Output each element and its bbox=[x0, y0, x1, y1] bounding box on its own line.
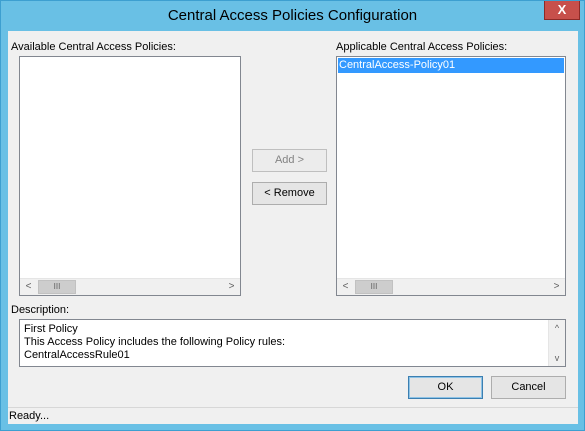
ok-button[interactable]: OK bbox=[408, 376, 483, 399]
scroll-down-icon[interactable]: v bbox=[549, 350, 565, 366]
list-item[interactable]: CentralAccess-Policy01 bbox=[338, 58, 564, 73]
remove-button[interactable]: < Remove bbox=[252, 182, 327, 205]
window-title: Central Access Policies Configuration bbox=[167, 7, 418, 24]
close-button[interactable]: X bbox=[544, 1, 580, 20]
cancel-button[interactable]: Cancel bbox=[491, 376, 566, 399]
scroll-thumb[interactable]: III bbox=[38, 280, 76, 294]
scroll-right-icon[interactable]: > bbox=[548, 279, 565, 295]
close-icon: X bbox=[557, 2, 567, 17]
scroll-left-icon[interactable]: < bbox=[337, 279, 354, 295]
applicable-horizontal-scrollbar[interactable]: < III > bbox=[337, 278, 565, 295]
description-line: CentralAccessRule01 bbox=[24, 349, 130, 361]
applicable-policies-label: Applicable Central Access Policies: bbox=[336, 41, 508, 53]
available-policies-label: Available Central Access Policies: bbox=[11, 41, 176, 53]
applicable-policies-list[interactable]: CentralAccess-Policy01 < III > bbox=[336, 56, 566, 296]
add-button[interactable]: Add > bbox=[252, 149, 327, 172]
scroll-left-icon[interactable]: < bbox=[20, 279, 37, 295]
description-line: First Policy bbox=[24, 323, 78, 335]
scroll-right-icon[interactable]: > bbox=[223, 279, 240, 295]
available-policies-list[interactable]: < III > bbox=[19, 56, 241, 296]
status-text: Ready... bbox=[9, 410, 50, 422]
scroll-thumb[interactable]: III bbox=[355, 280, 393, 294]
description-vertical-scrollbar[interactable]: ^ v bbox=[548, 320, 565, 366]
dialog-window: Central Access Policies Configuration X … bbox=[0, 0, 585, 431]
description-text: First Policy This Access Policy includes… bbox=[24, 323, 285, 362]
available-horizontal-scrollbar[interactable]: < III > bbox=[20, 278, 240, 295]
description-textbox[interactable]: First Policy This Access Policy includes… bbox=[19, 319, 566, 367]
description-line: This Access Policy includes the followin… bbox=[24, 336, 286, 348]
dialog-client-area: Available Central Access Policies: < III… bbox=[8, 31, 578, 424]
status-bar: Ready... bbox=[8, 407, 578, 424]
description-label: Description: bbox=[11, 304, 70, 316]
scroll-up-icon[interactable]: ^ bbox=[549, 320, 565, 336]
title-bar[interactable]: Central Access Policies Configuration X bbox=[1, 1, 584, 31]
